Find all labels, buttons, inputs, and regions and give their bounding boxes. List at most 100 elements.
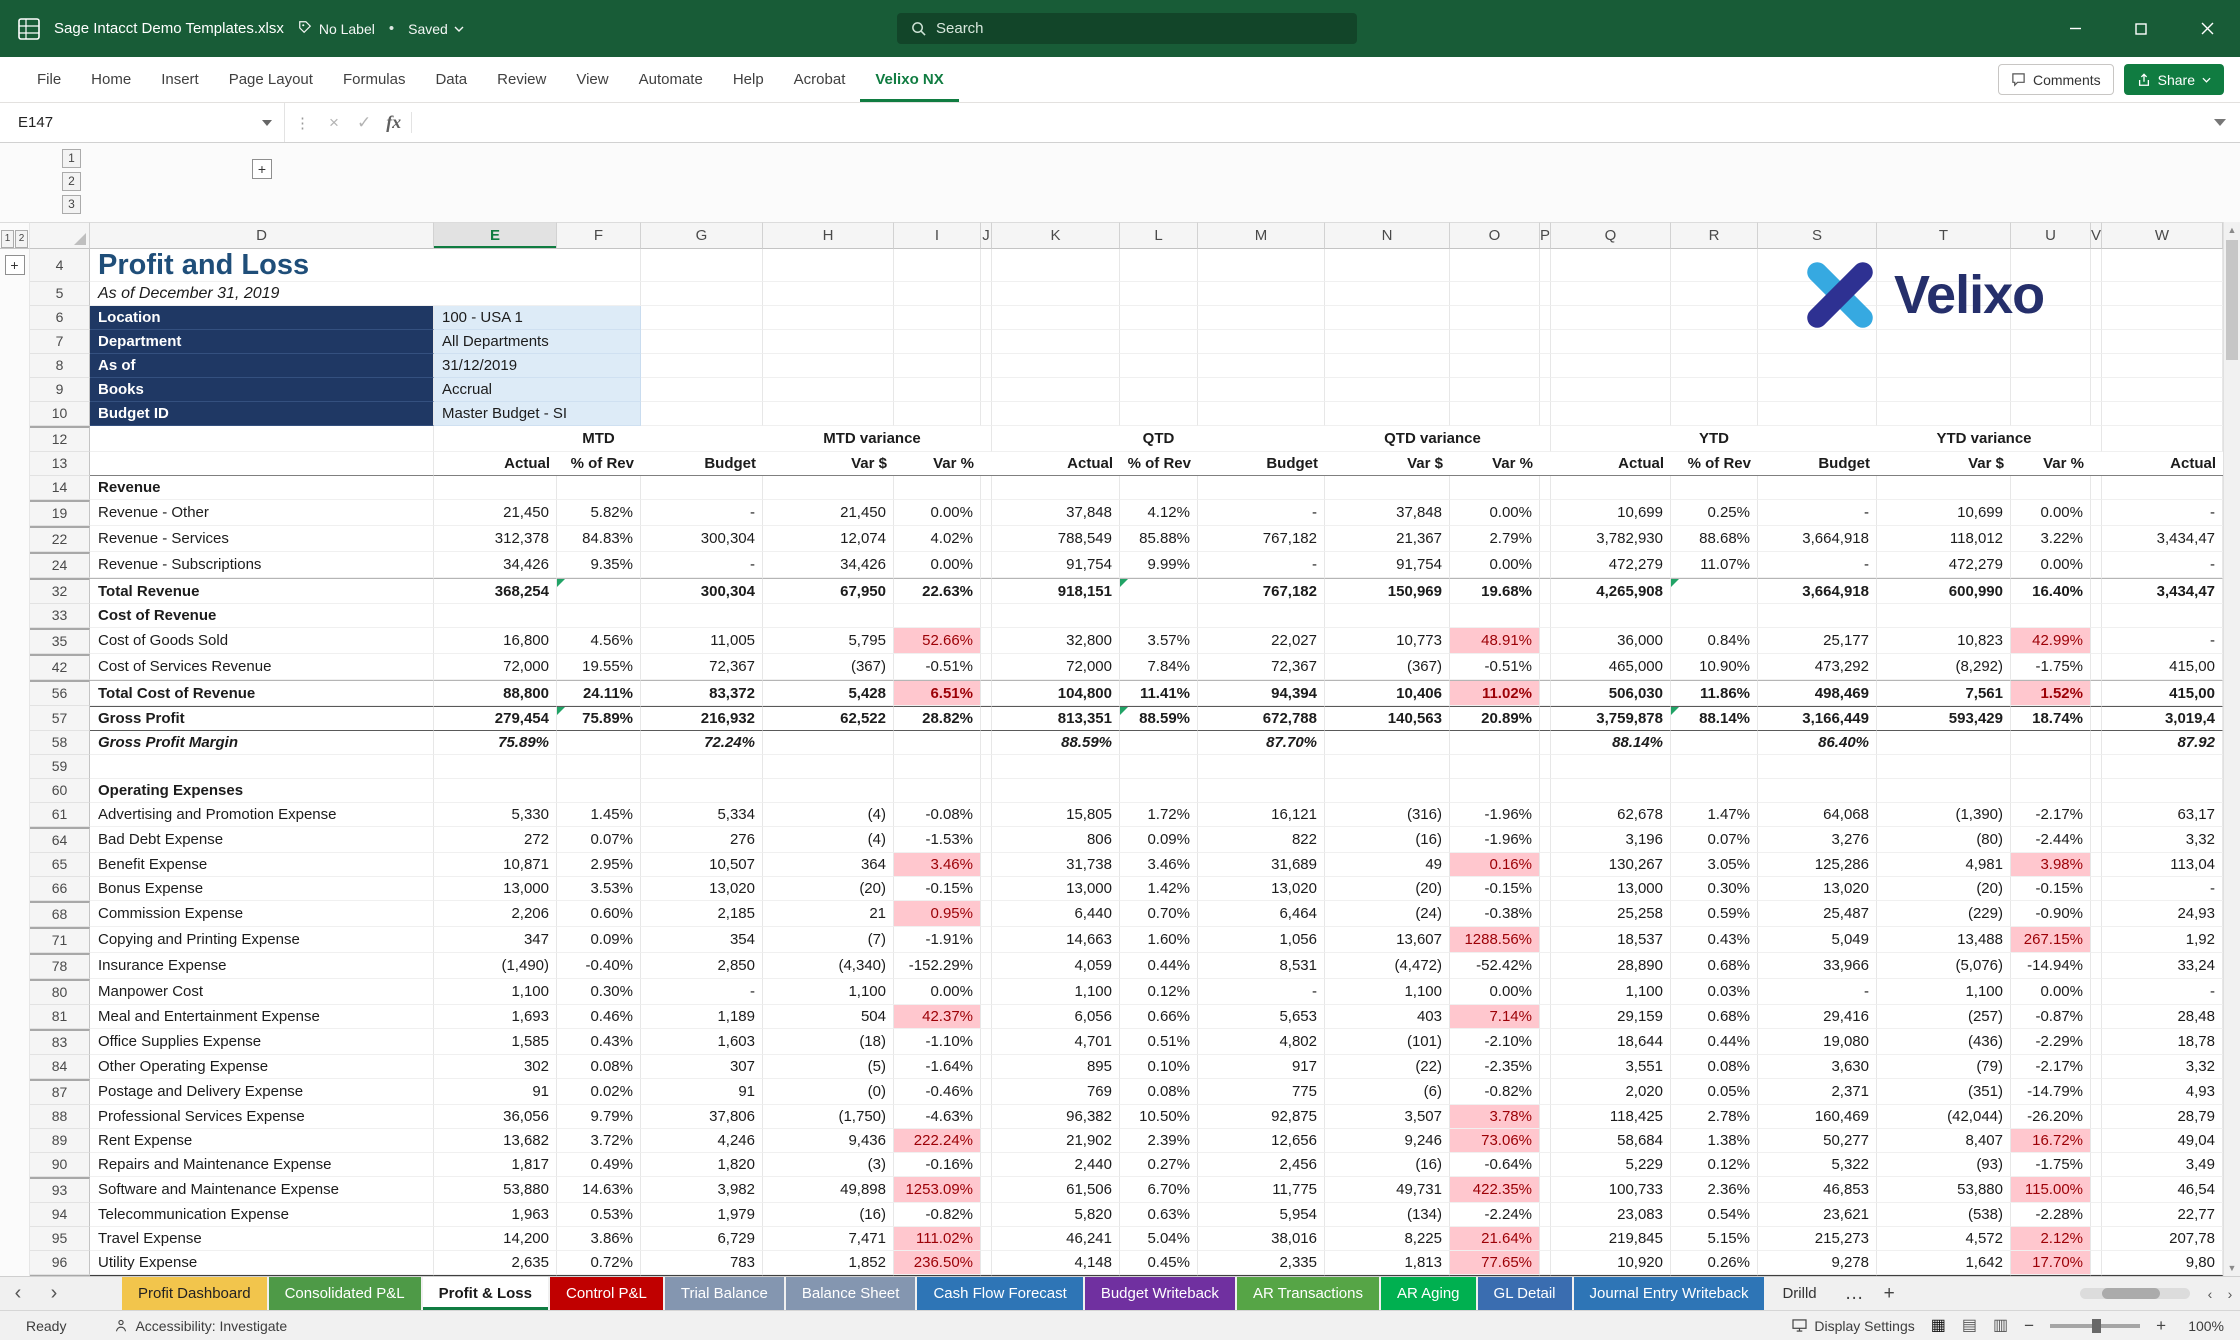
page-break-view-button[interactable]: ▥: [1993, 1318, 2008, 1334]
cell-M88[interactable]: 92,875: [1198, 1105, 1325, 1129]
cell-T7[interactable]: [1877, 330, 2011, 354]
cell-S7[interactable]: [1758, 330, 1877, 354]
cell-N98[interactable]: [1325, 1275, 1450, 1276]
param-label-books[interactable]: Books: [90, 378, 434, 402]
cell-W93[interactable]: 46,54: [2102, 1177, 2223, 1203]
ribbon-tab-view[interactable]: View: [561, 57, 623, 102]
cell-P14[interactable]: [1540, 476, 1551, 500]
cell-V59[interactable]: [2091, 755, 2102, 779]
cell-N4[interactable]: [1325, 249, 1450, 282]
cell-W81[interactable]: 28,48: [2102, 1005, 2223, 1029]
cell-L58[interactable]: [1120, 731, 1198, 755]
group-header-mtd-variance[interactable]: MTD variance: [763, 426, 981, 452]
cell-N7[interactable]: [1325, 330, 1450, 354]
cell-S96[interactable]: 9,278: [1758, 1251, 1877, 1275]
cell-T19[interactable]: 10,699: [1877, 500, 2011, 526]
cell-M98[interactable]: [1198, 1275, 1325, 1276]
cell-R9[interactable]: [1671, 378, 1758, 402]
cell-G8[interactable]: [641, 354, 763, 378]
cell-U84[interactable]: -2.17%: [2011, 1055, 2091, 1079]
section-label-operating-expenses[interactable]: Operating Expenses: [90, 779, 434, 803]
cell-I24[interactable]: 0.00%: [894, 552, 981, 578]
cell-R95[interactable]: 5.15%: [1671, 1227, 1758, 1251]
cell-N90[interactable]: (16): [1325, 1153, 1450, 1177]
cell-L59[interactable]: [1120, 755, 1198, 779]
cell-P89[interactable]: [1540, 1129, 1551, 1153]
group-header-ytd[interactable]: YTD: [1551, 426, 1877, 452]
sheet-tab-budget-writeback[interactable]: Budget Writeback: [1085, 1277, 1235, 1310]
cell-L22[interactable]: 85.88%: [1120, 526, 1198, 552]
row-outline-level-2[interactable]: 2: [15, 230, 28, 248]
cell-S56[interactable]: 498,469: [1758, 680, 1877, 706]
cell-H68[interactable]: 21: [763, 901, 894, 927]
cell-I98[interactable]: [894, 1275, 981, 1276]
cell-L71[interactable]: 1.60%: [1120, 927, 1198, 953]
cell-V95[interactable]: [2091, 1227, 2102, 1251]
cell-I94[interactable]: -0.82%: [894, 1203, 981, 1227]
cell-E80[interactable]: 1,100: [434, 979, 557, 1005]
cell-T57[interactable]: 593,429: [1877, 706, 2011, 731]
cell-V66[interactable]: [2091, 877, 2102, 901]
cell-P71[interactable]: [1540, 927, 1551, 953]
row-number-94[interactable]: 94: [30, 1203, 90, 1227]
cell-K98[interactable]: [992, 1275, 1120, 1276]
cell-Q22[interactable]: 3,782,930: [1551, 526, 1671, 552]
cell-W12[interactable]: [2102, 426, 2223, 452]
cell-G80[interactable]: -: [641, 979, 763, 1005]
cell-I9[interactable]: [894, 378, 981, 402]
cell-V10[interactable]: [2091, 402, 2102, 426]
cell-M22[interactable]: 767,182: [1198, 526, 1325, 552]
cell-K10[interactable]: [992, 402, 1120, 426]
cell-F98[interactable]: [557, 1275, 641, 1276]
cell-E81[interactable]: 1,693: [434, 1005, 557, 1029]
cell-G4[interactable]: [641, 249, 763, 282]
cell-H59[interactable]: [763, 755, 894, 779]
cell-K19[interactable]: 37,848: [992, 500, 1120, 526]
cell-R89[interactable]: 1.38%: [1671, 1129, 1758, 1153]
cell-Q66[interactable]: 13,000: [1551, 877, 1671, 901]
cell-Q90[interactable]: 5,229: [1551, 1153, 1671, 1177]
cell-S95[interactable]: 215,273: [1758, 1227, 1877, 1251]
cell-U81[interactable]: -0.87%: [2011, 1005, 2091, 1029]
cell-H96[interactable]: 1,852: [763, 1251, 894, 1275]
sub-header-budget[interactable]: Budget: [1198, 452, 1325, 476]
cell-M84[interactable]: 917: [1198, 1055, 1325, 1079]
cell-Q93[interactable]: 100,733: [1551, 1177, 1671, 1203]
cell-W88[interactable]: 28,79: [2102, 1105, 2223, 1129]
cell-S14[interactable]: [1758, 476, 1877, 500]
cell-V14[interactable]: [2091, 476, 2102, 500]
cell-Q57[interactable]: 3,759,878: [1551, 706, 1671, 731]
cell-K81[interactable]: 6,056: [992, 1005, 1120, 1029]
cell-J83[interactable]: [981, 1029, 992, 1055]
cell-G61[interactable]: 5,334: [641, 803, 763, 827]
cell-Q8[interactable]: [1551, 354, 1671, 378]
cell-H5[interactable]: [763, 282, 894, 306]
sheet-tab-control-p-l[interactable]: Control P&L: [550, 1277, 663, 1310]
row-number-71[interactable]: 71: [30, 927, 90, 953]
cell-W68[interactable]: 24,93: [2102, 901, 2223, 927]
cell-R83[interactable]: 0.44%: [1671, 1029, 1758, 1055]
cell-H42[interactable]: (367): [763, 654, 894, 680]
cell-I93[interactable]: 1253.09%: [894, 1177, 981, 1203]
column-header-R[interactable]: R: [1671, 222, 1758, 249]
cell-O66[interactable]: -0.15%: [1450, 877, 1540, 901]
row-label-commission-expense[interactable]: Commission Expense: [90, 901, 434, 927]
cell-K8[interactable]: [992, 354, 1120, 378]
cell-L33[interactable]: [1120, 604, 1198, 628]
cell-H66[interactable]: (20): [763, 877, 894, 901]
cell-L9[interactable]: [1120, 378, 1198, 402]
cell-J90[interactable]: [981, 1153, 992, 1177]
cell-S59[interactable]: [1758, 755, 1877, 779]
cell-I19[interactable]: 0.00%: [894, 500, 981, 526]
cell-E32[interactable]: 368,254: [434, 578, 557, 604]
cell-I42[interactable]: -0.51%: [894, 654, 981, 680]
cell-H65[interactable]: 364: [763, 853, 894, 877]
cell-R80[interactable]: 0.03%: [1671, 979, 1758, 1005]
cell-N68[interactable]: (24): [1325, 901, 1450, 927]
horizontal-scroll-thumb[interactable]: [2102, 1288, 2160, 1299]
cell-J89[interactable]: [981, 1129, 992, 1153]
row-number-58[interactable]: 58: [30, 731, 90, 755]
cell-K65[interactable]: 31,738: [992, 853, 1120, 877]
cell-E95[interactable]: 14,200: [434, 1227, 557, 1251]
cell-V80[interactable]: [2091, 979, 2102, 1005]
